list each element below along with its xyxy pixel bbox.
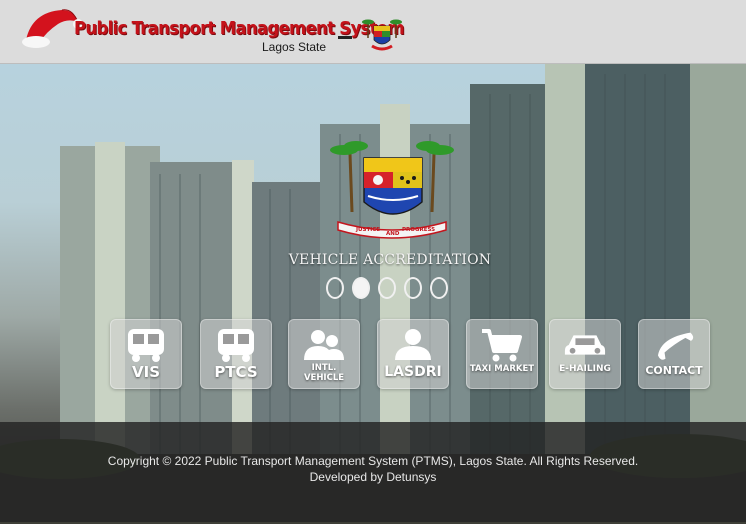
carousel-dot[interactable] (378, 277, 396, 299)
tile-label: VIS (132, 363, 160, 381)
tile-e-hailing[interactable]: E-HAILING (549, 319, 621, 389)
site-footer: Copyright © 2022 Public Transport Manage… (0, 422, 746, 522)
tile-vis[interactable]: VIS (110, 319, 182, 389)
carousel-dot[interactable] (326, 277, 344, 299)
tile-lasdri[interactable]: LASDRI (377, 319, 449, 389)
motto-right: PROGRESS (402, 227, 435, 233)
tile-label: LASDRI (384, 364, 442, 380)
carousel-dot[interactable] (404, 277, 422, 299)
tile-label: TAXI MARKET (469, 364, 535, 374)
developer-credit[interactable]: Developed by Detunsys (0, 470, 746, 484)
user-icon (391, 327, 435, 363)
bus-icon (124, 327, 168, 363)
carousel-dot[interactable] (430, 277, 448, 299)
users-icon (302, 327, 346, 363)
tile-label: CONTACT (645, 364, 703, 377)
tile-label-line2: VEHICLE (303, 372, 345, 383)
carousel-indicators (326, 277, 448, 301)
site-subtitle: Lagos State (262, 40, 327, 54)
title-separator (338, 36, 352, 39)
tile-contact[interactable]: CONTACT (638, 319, 710, 389)
site-header: Public Transport Management System Lagos… (0, 0, 746, 64)
santa-hat-icon (22, 9, 82, 48)
tile-label: E-HAILING (559, 364, 611, 374)
motto-left: JUSTICE (355, 227, 380, 233)
slide-title: VEHICLE ACCREDITATION (288, 252, 492, 268)
tile-ptcs[interactable]: PTCS (200, 319, 272, 389)
tile-taxi-market[interactable]: TAXI MARKET (466, 319, 538, 389)
car-icon (563, 327, 607, 363)
service-tiles: VIS PTCS INTL. VEHICLE LASDRI TAXI MARKE… (110, 319, 720, 393)
tile-label-line1: INTL. (311, 363, 337, 373)
carousel-dot-active[interactable] (352, 277, 370, 299)
lagos-crest-icon (362, 19, 402, 51)
site-title[interactable]: Public Transport Management System (74, 18, 405, 39)
phone-icon (652, 327, 696, 363)
tile-label: PTCS (214, 363, 258, 381)
cart-icon (480, 327, 524, 363)
bus-icon (214, 327, 258, 363)
copyright-text: Copyright © 2022 Public Transport Manage… (107, 454, 639, 468)
motto-mid: AND (386, 231, 400, 237)
lagos-crest-large-icon: JUSTICE AND PROGRESS (330, 141, 454, 239)
tile-intl-vehicle[interactable]: INTL. VEHICLE (288, 319, 360, 389)
